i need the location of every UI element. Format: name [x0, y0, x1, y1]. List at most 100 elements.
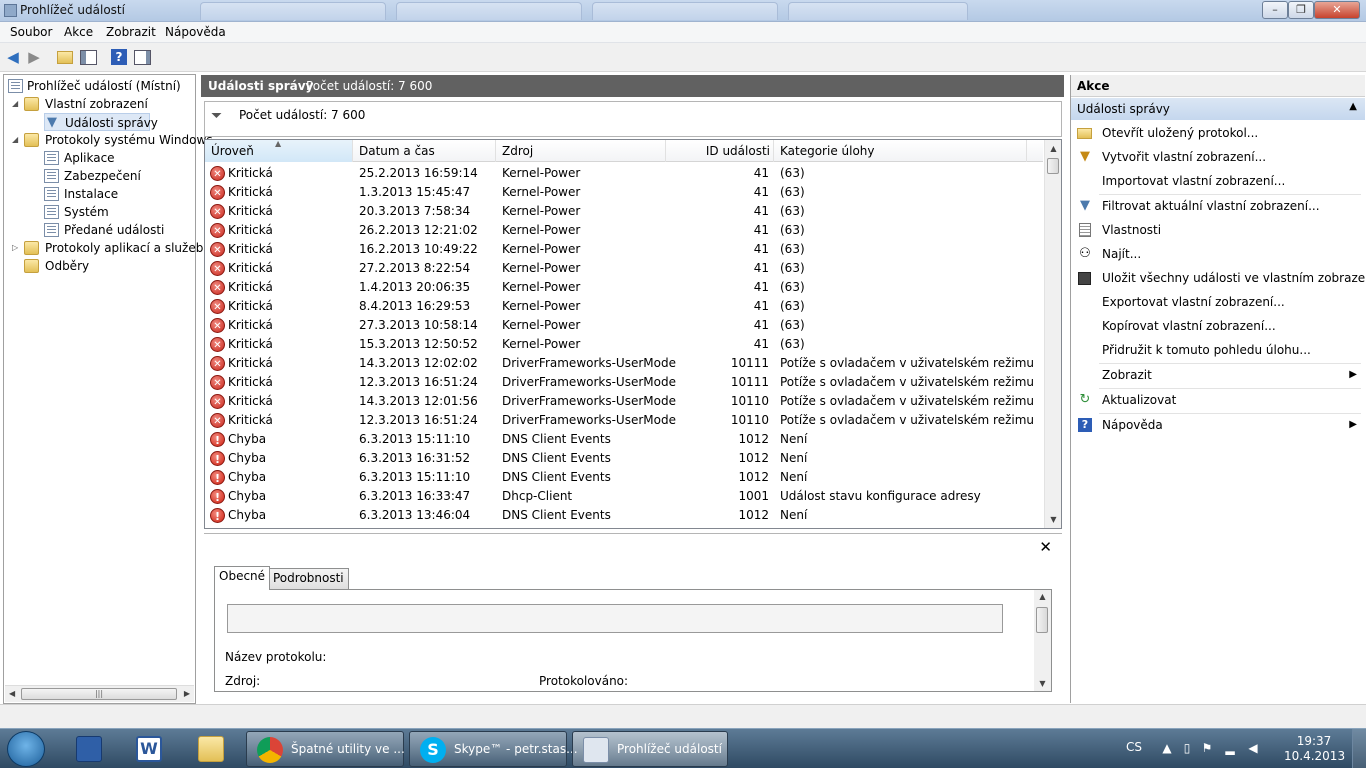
tab-details[interactable]: Podrobnosti [268, 568, 349, 589]
task-category-cell: Potíže s ovladačem v uživatelském režimu [780, 375, 1035, 389]
collapse-arrow-icon[interactable]: ▲ [1349, 101, 1357, 112]
source-cell: DNS Client Events [502, 470, 611, 484]
action-help-submenu[interactable]: ? Nápověda ▶ [1071, 414, 1365, 436]
taskbar-task-skype[interactable]: S Skype™ - petr.stas... [409, 731, 578, 767]
tree-item-admin-events[interactable]: ▼ Události správy [44, 113, 158, 131]
clock[interactable]: 19:37 10.4.2013 [1284, 734, 1346, 764]
column-header-level[interactable]: ▲ Úroveň [205, 140, 353, 162]
event-viewer-app-icon [4, 4, 17, 17]
tree-horizontal-scrollbar[interactable]: ◀ ||| ▶ [5, 685, 194, 702]
action-export-custom-view[interactable]: Exportovat vlastní zobrazení... [1071, 291, 1365, 313]
table-row[interactable]: ! Chyba 6.3.2013 15:11:10 DNS Client Events… [205, 430, 1043, 449]
table-row[interactable]: ! Chyba 6.3.2013 16:31:52 DNS Client Events… [205, 449, 1043, 468]
table-row[interactable]: ✕ Kritická 8.4.2013 16:29:53 Kernel-Power 41… [205, 297, 1043, 316]
minimize-button[interactable]: – [1262, 1, 1288, 19]
actions-section-header[interactable]: Události správy ▲ [1071, 98, 1365, 120]
device-icon[interactable]: ▯ [1180, 741, 1194, 755]
taskbar-pin-save[interactable] [62, 732, 116, 766]
taskbar-pin-word[interactable]: W [122, 732, 176, 766]
scroll-down-arrow-icon[interactable]: ▼ [1034, 677, 1051, 691]
table-row[interactable]: ✕ Kritická 27.2.2013 8:22:54 Kernel-Power 41… [205, 259, 1043, 278]
start-button[interactable] [7, 731, 45, 767]
table-row[interactable]: ✕ Kritická 1.4.2013 20:06:35 Kernel-Power 41… [205, 278, 1043, 297]
taskbar-task-chrome[interactable]: Špatné utility ve ... [246, 731, 405, 767]
menu-bar: Soubor Akce Zobrazit Nápověda [0, 22, 1366, 43]
event-id-cell: 10111 [730, 356, 769, 370]
column-header-task-category[interactable]: Kategorie úlohy [774, 140, 1027, 162]
help-icon[interactable]: ? [111, 48, 129, 66]
menu-view[interactable]: Zobrazit [106, 25, 156, 39]
scrollbar-thumb[interactable]: ||| [21, 688, 177, 700]
action-view-submenu[interactable]: Zobrazit ▶ [1071, 364, 1365, 386]
action-properties[interactable]: Vlastnosti [1071, 219, 1365, 241]
column-header-event-id[interactable]: ID události [666, 140, 774, 162]
action-refresh[interactable]: ↻ Aktualizovat [1071, 389, 1365, 411]
volume-icon[interactable]: ◀ [1246, 741, 1260, 755]
back-arrow-icon[interactable]: ◀ [4, 48, 22, 66]
table-row[interactable]: ✕ Kritická 27.3.2013 10:58:14 Kernel-Power 4… [205, 316, 1043, 335]
action-create-custom-view[interactable]: ▼ Vytvořit vlastní zobrazení... [1071, 146, 1365, 168]
forward-arrow-icon[interactable]: ▶ [25, 48, 43, 66]
action-filter-current-view[interactable]: ▼ Filtrovat aktuální vlastní zobrazení..… [1071, 195, 1365, 217]
table-row[interactable]: ✕ Kritická 15.3.2013 12:50:52 Kernel-Power 4… [205, 335, 1043, 354]
action-find[interactable]: ⚇ Najít... [1071, 243, 1365, 265]
toolbar: ◀ ▶ ? [0, 43, 1366, 72]
close-button[interactable]: ✕ [1314, 1, 1360, 19]
maximize-button[interactable]: ❐ [1288, 1, 1314, 19]
column-header-date-time[interactable]: Datum a čas [353, 140, 496, 162]
taskbar-task-event-viewer[interactable]: Prohlížeč událostí [572, 731, 728, 767]
show-desktop-button[interactable] [1352, 729, 1366, 768]
show-hide-action-pane-icon[interactable] [134, 48, 152, 66]
action-center-flag-icon[interactable]: ⚑ [1200, 741, 1214, 755]
tab-general[interactable]: Obecné [214, 566, 271, 590]
event-list-vertical-scrollbar[interactable]: ▲ ▼ [1044, 140, 1061, 528]
table-row[interactable]: ✕ Kritická 26.2.2013 12:21:02 Kernel-Power 4… [205, 221, 1043, 240]
table-row[interactable]: ! Chyba 6.3.2013 13:46:04 DNS Client Events… [205, 506, 1043, 525]
scroll-left-arrow-icon[interactable]: ◀ [9, 689, 15, 698]
expanded-triangle-icon[interactable]: ◢ [12, 131, 20, 149]
scroll-up-arrow-icon[interactable]: ▲ [1045, 140, 1061, 157]
table-row[interactable]: ! Chyba 6.3.2013 16:33:47 Dhcp-Client 1001 Ud… [205, 487, 1043, 506]
close-detail-icon[interactable]: ✕ [1039, 538, 1052, 556]
column-header-source[interactable]: Zdroj [496, 140, 666, 162]
show-hidden-icons-icon[interactable]: ▲ [1160, 741, 1174, 755]
table-row[interactable]: ✕ Kritická 12.3.2013 16:51:24 DriverFramewo… [205, 373, 1043, 392]
table-row[interactable]: ✕ Kritická 25.2.2013 16:59:14 Kernel-Power 4… [205, 164, 1043, 183]
taskbar: W Špatné utility ve ... S Skype™ - petr.… [0, 728, 1366, 768]
level-cell: Kritická [228, 375, 273, 389]
date-time-cell: 8.4.2013 16:29:53 [359, 299, 471, 313]
table-row[interactable]: ✕ Kritická 12.3.2013 16:51:24 DriverFramewo… [205, 411, 1043, 430]
task-category-cell: (63) [780, 318, 805, 332]
event-id-cell: 1012 [738, 470, 769, 484]
menu-help[interactable]: Nápověda [165, 25, 226, 39]
language-indicator[interactable]: CS [1126, 740, 1142, 754]
table-row[interactable]: ✕ Kritická 20.3.2013 7:58:34 Kernel-Power 41… [205, 202, 1043, 221]
scroll-down-arrow-icon[interactable]: ▼ [1045, 511, 1061, 528]
event-detail-pane: ✕ Obecné Podrobnosti Název protokolu: Zd… [204, 533, 1062, 701]
scrollbar-thumb[interactable] [1047, 158, 1059, 174]
action-copy-custom-view[interactable]: Kopírovat vlastní zobrazení... [1071, 315, 1365, 337]
scrollbar-thumb[interactable] [1036, 607, 1048, 633]
table-row[interactable]: ✕ Kritická 16.2.2013 10:49:22 Kernel-Power 4… [205, 240, 1043, 259]
taskbar-pin-explorer[interactable] [184, 732, 238, 766]
detail-vertical-scrollbar[interactable]: ▲ ▼ [1034, 590, 1051, 691]
action-import-custom-view[interactable]: Importovat vlastní zobrazení... [1071, 170, 1365, 192]
table-row[interactable]: ✕ Kritická 14.3.2013 12:02:02 DriverFramewo… [205, 354, 1043, 373]
scroll-right-arrow-icon[interactable]: ▶ [184, 689, 190, 698]
action-save-all-events[interactable]: Uložit všechny události ve vlastním zobr… [1071, 267, 1366, 289]
clock-date: 10.4.2013 [1284, 749, 1346, 763]
scroll-up-arrow-icon[interactable]: ▲ [1034, 590, 1051, 604]
title-bar: Prohlížeč událostí – ❐ ✕ [0, 0, 1366, 22]
show-hide-tree-icon[interactable] [80, 48, 98, 66]
action-open-saved-log[interactable]: Otevřít uložený protokol... [1071, 122, 1365, 144]
table-row[interactable]: ✕ Kritická 1.3.2013 15:45:47 Kernel-Power 41… [205, 183, 1043, 202]
network-icon[interactable]: ▂ [1223, 741, 1237, 755]
table-row[interactable]: ! Chyba 6.3.2013 15:11:10 DNS Client Events… [205, 468, 1043, 487]
collapsed-triangle-icon[interactable]: ▷ [12, 239, 20, 257]
up-folder-icon[interactable] [57, 48, 75, 66]
expanded-triangle-icon[interactable]: ◢ [12, 95, 20, 113]
action-attach-task[interactable]: Přidružit k tomuto pohledu úlohu... [1071, 339, 1365, 361]
menu-file[interactable]: Soubor [10, 25, 52, 39]
table-row[interactable]: ✕ Kritická 14.3.2013 12:01:56 DriverFramewo… [205, 392, 1043, 411]
menu-action[interactable]: Akce [64, 25, 93, 39]
